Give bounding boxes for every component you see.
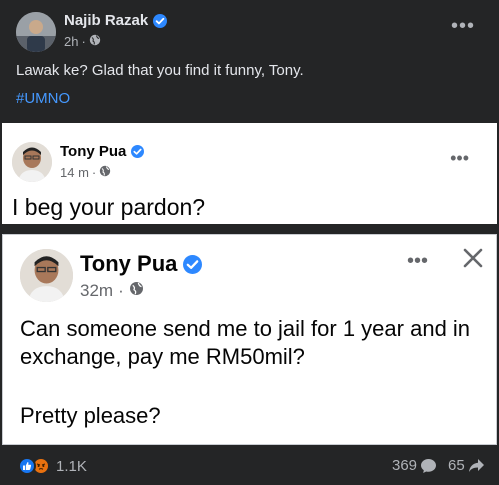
more-options-icon: ••• xyxy=(450,148,469,168)
share-count[interactable]: 65 xyxy=(448,457,485,474)
post-text: Lawak ke? Glad that you find it funny, T… xyxy=(16,62,304,79)
verified-icon xyxy=(183,254,203,274)
hashtag-link[interactable]: #UMNO xyxy=(16,90,70,107)
original-text-second: Pretty please? xyxy=(20,403,161,428)
post-timestamp[interactable]: 2h xyxy=(64,34,78,49)
more-options-icon: ••• xyxy=(406,250,428,272)
post-header: Najib Razak 2h · ••• xyxy=(0,0,499,56)
original-screenshot[interactable]: Tony Pua 32m · ••• Can someone send me t… xyxy=(2,234,497,445)
original-timestamp: 32m xyxy=(80,281,114,300)
globe-icon xyxy=(129,281,144,301)
comment-count-label: 369 xyxy=(392,457,418,474)
author-name[interactable]: Najib Razak xyxy=(64,12,148,29)
verified-icon xyxy=(131,145,145,158)
globe-icon xyxy=(99,165,111,180)
reply-timestamp: 14 m xyxy=(60,165,89,180)
post-footer: 1.1K 369 65 xyxy=(0,446,499,485)
reply-author-avatar xyxy=(12,142,52,182)
original-author-avatar xyxy=(20,249,73,302)
reply-text: I beg your pardon? xyxy=(12,194,206,220)
original-author-name: Tony Pua xyxy=(80,251,178,276)
share-count-label: 65 xyxy=(448,457,465,474)
comment-icon xyxy=(421,458,437,473)
comment-count[interactable]: 369 xyxy=(392,457,437,474)
reactions-summary[interactable]: 1.1K xyxy=(18,457,87,475)
more-options-icon[interactable]: ••• xyxy=(451,16,475,36)
reply-author-name: Tony Pua xyxy=(60,143,127,160)
globe-icon xyxy=(89,34,101,49)
original-text: Can someone send me to jail for 1 year a… xyxy=(20,316,471,369)
reaction-count[interactable]: 1.1K xyxy=(56,458,87,475)
close-icon xyxy=(460,245,486,271)
reply-screenshot[interactable]: Tony Pua 14 m · ••• I beg your pardon? xyxy=(2,123,497,224)
author-avatar[interactable] xyxy=(16,12,56,52)
share-icon xyxy=(468,459,484,472)
verified-icon xyxy=(153,13,168,28)
like-icon xyxy=(18,457,36,475)
